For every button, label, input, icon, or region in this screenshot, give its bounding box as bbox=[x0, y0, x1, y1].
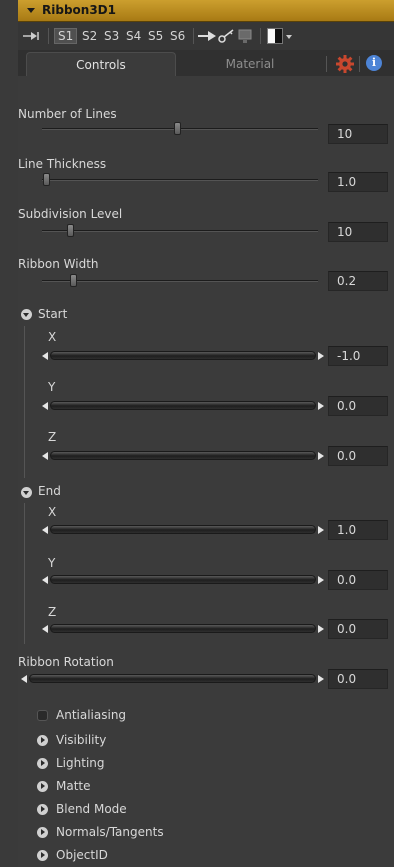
start-z-decrement-icon[interactable] bbox=[42, 452, 48, 460]
color-swatch-icon[interactable] bbox=[267, 28, 283, 44]
end-x-decrement-icon[interactable] bbox=[42, 526, 48, 534]
start-z-increment-icon[interactable] bbox=[318, 452, 324, 460]
toolbar: S1 S2 S3 S4 S5 S6 bbox=[18, 22, 394, 51]
matte-expand-icon[interactable] bbox=[37, 781, 48, 792]
end-x-label: X bbox=[48, 505, 57, 519]
line-thickness-label: Line Thickness bbox=[18, 157, 107, 171]
normals-tangents-section-label[interactable]: Normals/Tangents bbox=[56, 825, 164, 839]
tab-material[interactable]: Material bbox=[176, 52, 324, 76]
end-z-decrement-icon[interactable] bbox=[42, 625, 48, 633]
number-of-lines-label: Number of Lines bbox=[18, 107, 117, 121]
info-icon[interactable]: i bbox=[366, 55, 382, 71]
number-of-lines-input[interactable]: 10 bbox=[328, 124, 388, 144]
start-expand-icon[interactable] bbox=[21, 309, 32, 320]
tool-panel: Ribbon3D1 S1 S2 S3 S4 S5 S6 Controls Mat… bbox=[18, 0, 394, 867]
tool-title-bar[interactable]: Ribbon3D1 bbox=[18, 0, 394, 22]
dropdown-arrow-icon[interactable] bbox=[286, 35, 292, 39]
blend-mode-expand-icon[interactable] bbox=[37, 804, 48, 815]
tab-controls[interactable]: Controls bbox=[26, 52, 176, 76]
ribbon-width-slider-track[interactable] bbox=[42, 280, 318, 282]
ribbon-rotation-thumbwheel[interactable] bbox=[29, 674, 316, 683]
slot-s5-button[interactable]: S5 bbox=[145, 28, 166, 44]
arrow-right-icon[interactable] bbox=[198, 30, 218, 42]
end-expand-icon[interactable] bbox=[21, 487, 32, 498]
ribbon-width-label: Ribbon Width bbox=[18, 257, 99, 271]
end-x-input[interactable]: 1.0 bbox=[328, 520, 388, 540]
end-y-thumbwheel[interactable] bbox=[50, 575, 316, 584]
start-z-label: Z bbox=[48, 430, 57, 444]
blend-mode-section-label[interactable]: Blend Mode bbox=[56, 802, 127, 816]
end-group-line bbox=[24, 503, 25, 644]
start-y-label: Y bbox=[48, 380, 56, 394]
start-z-input[interactable]: 0.0 bbox=[328, 446, 388, 466]
subdivision-level-input[interactable]: 10 bbox=[328, 222, 388, 242]
subdivision-level-slider-thumb[interactable] bbox=[67, 224, 74, 237]
key-icon[interactable] bbox=[217, 27, 235, 45]
normals-tangents-expand-icon[interactable] bbox=[37, 827, 48, 838]
subdivision-level-label: Subdivision Level bbox=[18, 207, 123, 221]
start-section-label[interactable]: Start bbox=[38, 307, 67, 321]
objectid-section-label[interactable]: ObjectID bbox=[56, 848, 108, 862]
slot-s3-button[interactable]: S3 bbox=[101, 28, 122, 44]
start-x-decrement-icon[interactable] bbox=[42, 352, 48, 360]
line-thickness-input[interactable]: 1.0 bbox=[328, 172, 388, 192]
start-x-label: X bbox=[48, 330, 57, 344]
slot-s4-button[interactable]: S4 bbox=[123, 28, 144, 44]
number-of-lines-slider-thumb[interactable] bbox=[174, 122, 181, 135]
tab-separator bbox=[326, 56, 327, 72]
end-x-thumbwheel[interactable] bbox=[50, 525, 316, 534]
antialiasing-label: Antialiasing bbox=[56, 708, 127, 722]
slot-s1-button[interactable]: S1 bbox=[54, 28, 78, 44]
ribbon-rotation-label: Ribbon Rotation bbox=[18, 655, 114, 669]
lighting-section-label[interactable]: Lighting bbox=[56, 756, 105, 770]
pin-icon[interactable] bbox=[23, 31, 43, 41]
start-x-thumbwheel[interactable] bbox=[50, 351, 316, 360]
collapse-triangle-icon[interactable] bbox=[27, 8, 35, 13]
ribbon-width-input[interactable]: 0.2 bbox=[328, 271, 388, 291]
start-x-input[interactable]: -1.0 bbox=[328, 346, 388, 366]
ribbon-width-slider-thumb[interactable] bbox=[70, 274, 77, 287]
end-section-label[interactable]: End bbox=[38, 484, 61, 498]
end-z-input[interactable]: 0.0 bbox=[328, 619, 388, 639]
visibility-section-label[interactable]: Visibility bbox=[56, 733, 106, 747]
start-y-decrement-icon[interactable] bbox=[42, 402, 48, 410]
lighting-expand-icon[interactable] bbox=[37, 758, 48, 769]
subdivision-level-slider-track[interactable] bbox=[42, 230, 318, 232]
end-z-thumbwheel[interactable] bbox=[50, 624, 316, 633]
start-z-thumbwheel[interactable] bbox=[50, 451, 316, 460]
toolbar-separator bbox=[260, 28, 261, 44]
end-z-increment-icon[interactable] bbox=[318, 625, 324, 633]
end-x-increment-icon[interactable] bbox=[318, 526, 324, 534]
end-y-label: Y bbox=[48, 556, 56, 570]
objectid-expand-icon[interactable] bbox=[37, 850, 48, 861]
start-y-increment-icon[interactable] bbox=[318, 402, 324, 410]
tool-title: Ribbon3D1 bbox=[42, 3, 116, 17]
start-y-thumbwheel[interactable] bbox=[50, 401, 316, 410]
tab-bar: Controls Material i bbox=[18, 50, 394, 76]
slot-s6-button[interactable]: S6 bbox=[167, 28, 188, 44]
gear-icon[interactable] bbox=[335, 54, 355, 74]
ribbon-rotation-decrement-icon[interactable] bbox=[21, 675, 27, 683]
line-thickness-slider-thumb[interactable] bbox=[43, 173, 50, 186]
end-z-label: Z bbox=[48, 605, 57, 619]
slot-s2-button[interactable]: S2 bbox=[79, 28, 100, 44]
start-y-input[interactable]: 0.0 bbox=[328, 396, 388, 416]
display-icon[interactable] bbox=[237, 28, 253, 44]
antialiasing-checkbox[interactable] bbox=[37, 710, 48, 721]
tab-separator bbox=[359, 56, 360, 72]
start-x-increment-icon[interactable] bbox=[318, 352, 324, 360]
end-y-increment-icon[interactable] bbox=[318, 576, 324, 584]
toolbar-separator bbox=[193, 28, 194, 44]
visibility-expand-icon[interactable] bbox=[37, 735, 48, 746]
end-y-decrement-icon[interactable] bbox=[42, 576, 48, 584]
matte-section-label[interactable]: Matte bbox=[56, 779, 91, 793]
ribbon-rotation-increment-icon[interactable] bbox=[318, 675, 324, 683]
toolbar-separator bbox=[48, 28, 49, 44]
end-y-input[interactable]: 0.0 bbox=[328, 570, 388, 590]
ribbon-rotation-input[interactable]: 0.0 bbox=[328, 669, 388, 689]
start-group-line bbox=[24, 326, 25, 478]
line-thickness-slider-track[interactable] bbox=[42, 179, 318, 181]
